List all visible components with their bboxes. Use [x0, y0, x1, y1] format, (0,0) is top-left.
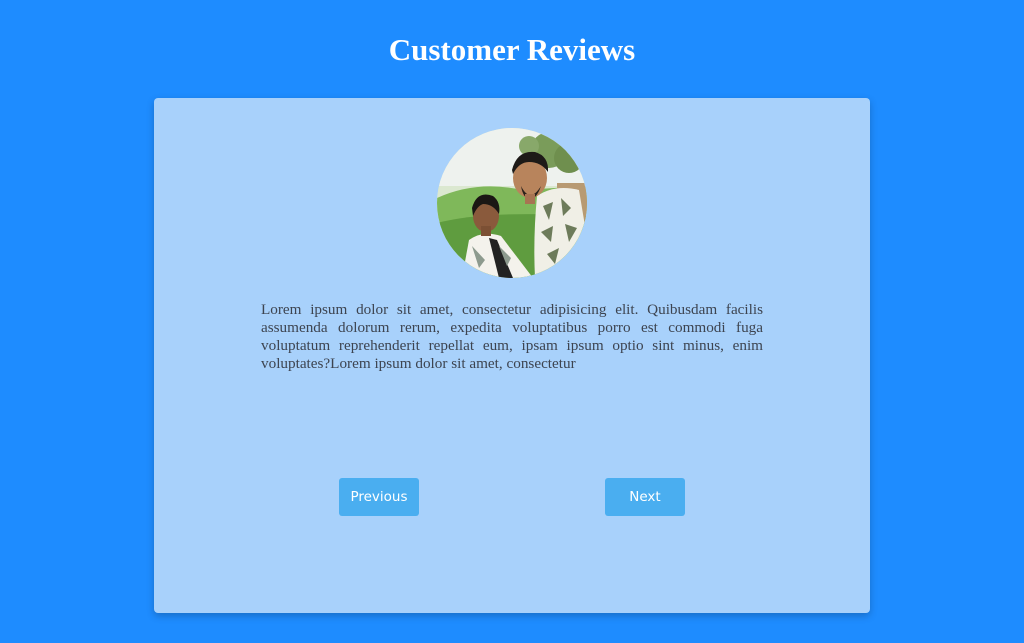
reviewer-photo-icon	[437, 128, 587, 278]
review-text: Lorem ipsum dolor sit amet, consectetur …	[261, 301, 763, 372]
page-title: Customer Reviews	[388, 32, 636, 67]
previous-button[interactable]: Previous	[339, 478, 419, 516]
reviewer-avatar	[437, 128, 587, 278]
next-button[interactable]: Next	[605, 478, 685, 516]
review-card: Lorem ipsum dolor sit amet, consectetur …	[154, 98, 870, 613]
